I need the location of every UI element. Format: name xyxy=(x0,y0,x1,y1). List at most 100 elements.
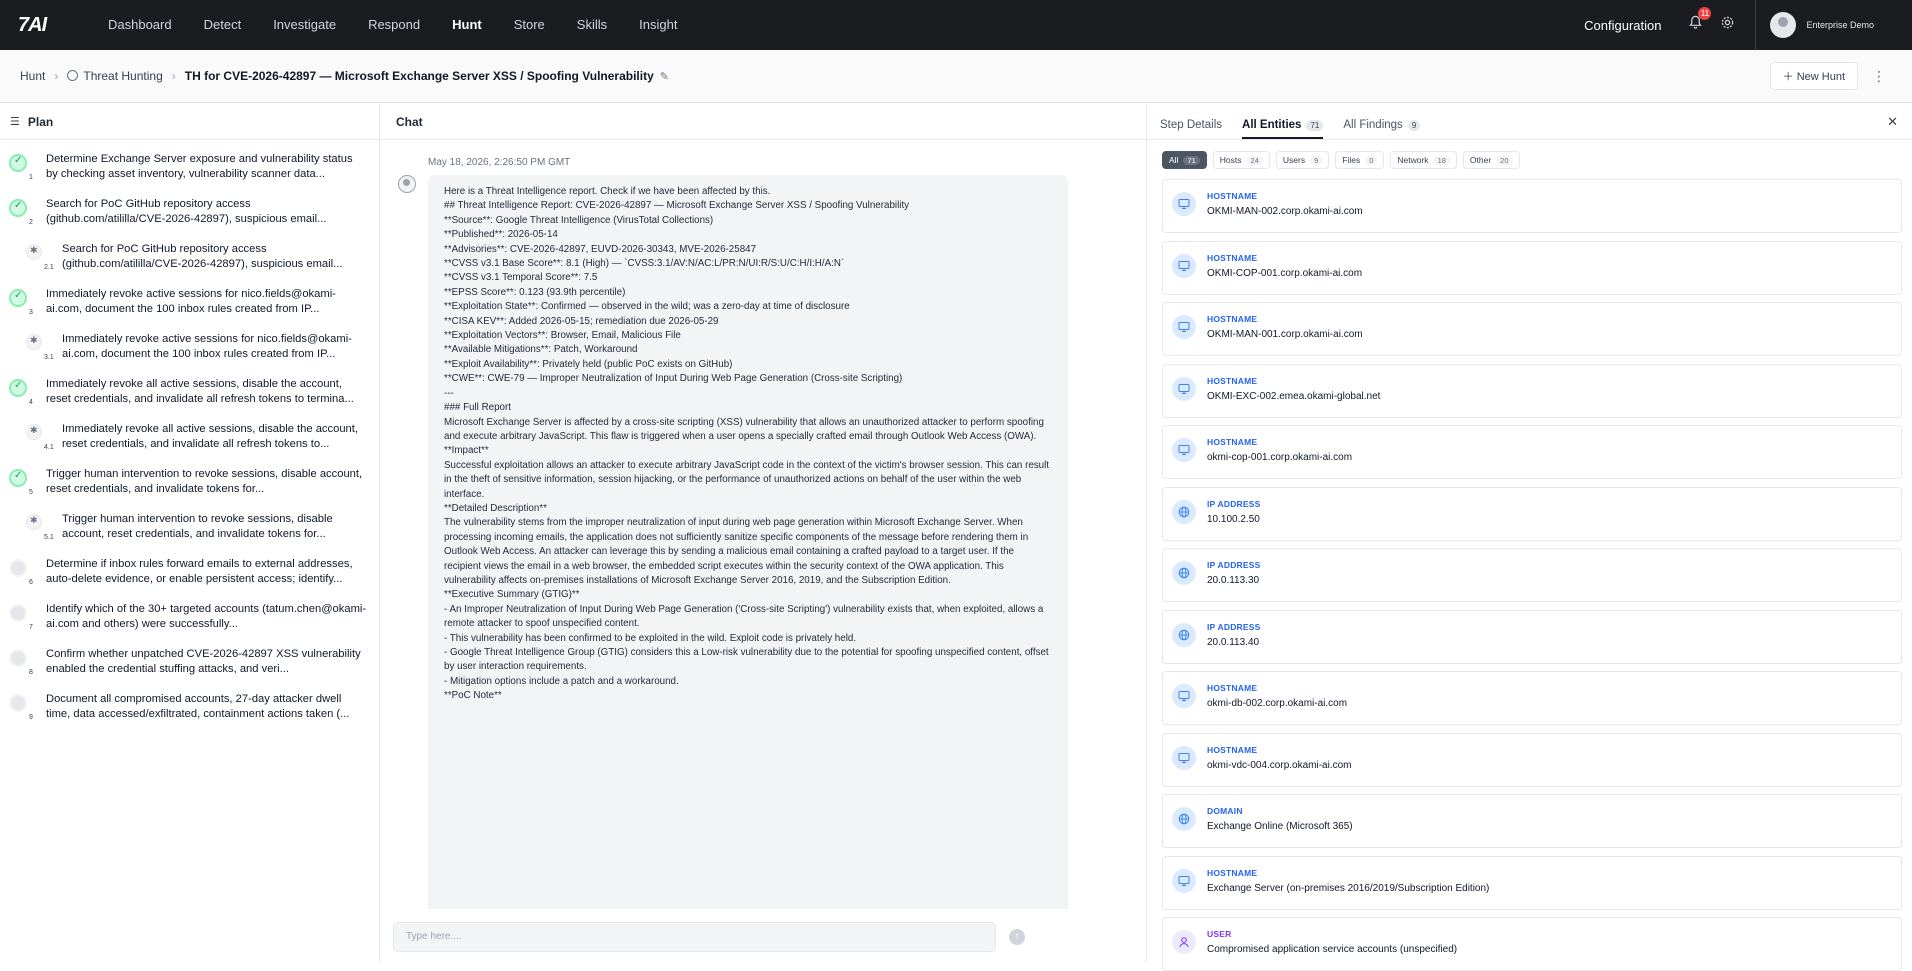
filter-count: 71 xyxy=(1183,155,1200,165)
send-icon[interactable]: ↑ xyxy=(1009,929,1025,945)
filter-files[interactable]: Files 0 xyxy=(1335,151,1385,169)
tab-count-badge: 9 xyxy=(1407,119,1421,131)
nav-item-detect[interactable]: Detect xyxy=(188,0,258,50)
plan-step[interactable]: 5 Trigger human intervention to revoke se… xyxy=(0,463,379,508)
entity-card[interactable]: HOSTNAME OKMI-EXC-002.emea.okami-global.n… xyxy=(1162,363,1902,418)
plan-step-number: 5 xyxy=(29,489,33,496)
list-icon: ☰ xyxy=(10,116,20,128)
nav-item-skills[interactable]: Skills xyxy=(561,0,623,50)
configuration-link[interactable]: Configuration xyxy=(1566,18,1679,33)
plan-step-number: 4 xyxy=(29,399,33,406)
avatar xyxy=(1770,12,1797,38)
user-menu[interactable]: Enterprise Demo xyxy=(1755,0,1912,50)
filter-users[interactable]: Users 9 xyxy=(1275,151,1330,169)
message-line: **CVSS v3.1 Base Score**: 8.1 (High) — `… xyxy=(444,258,845,270)
entity-card[interactable]: IP ADDRESS 10.100.2.50 xyxy=(1162,486,1902,541)
filter-all[interactable]: All 71 xyxy=(1162,151,1207,169)
plan-step-text: Search for PoC GitHub repository access … xyxy=(46,198,327,225)
filter-count: 9 xyxy=(1310,155,1323,165)
plan-panel: ☰ Plan 1 Determine Exchange Server exposu… xyxy=(0,104,380,962)
nav-item-investigate[interactable]: Investigate xyxy=(257,0,352,50)
plan-step[interactable]: 6 Determine if inbox rules forward emails… xyxy=(0,553,379,598)
substep-icon xyxy=(26,334,42,350)
new-hunt-label: New Hunt xyxy=(1796,71,1845,83)
filter-count: 24 xyxy=(1246,155,1263,165)
plan-step[interactable]: 2.1 Search for PoC GitHub repository acce… xyxy=(0,238,379,283)
plan-step-text: Immediately revoke active sessions for n… xyxy=(46,288,336,315)
filter-label: Hosts xyxy=(1219,155,1242,165)
entity-card[interactable]: HOSTNAME OKMI-MAN-002.corp.okami-ai.com xyxy=(1162,179,1902,233)
tab-label: All Findings xyxy=(1343,119,1403,131)
tab-all-entities[interactable]: All Entities 71 xyxy=(1242,119,1324,139)
plan-step[interactable]: 4.1 Immediately revoke all active session… xyxy=(0,418,379,463)
entity-card[interactable]: IP ADDRESS 20.0.113.40 xyxy=(1162,609,1902,664)
entity-card[interactable]: USER Compromised application service acco… xyxy=(1162,917,1902,971)
plan-step[interactable]: 2 Search for PoC GitHub repository access… xyxy=(0,193,379,238)
breadcrumb-section-label: Threat Hunting xyxy=(83,69,163,83)
gear-icon[interactable] xyxy=(1711,15,1743,35)
monitor-icon xyxy=(1172,745,1196,770)
nav-item-respond[interactable]: Respond xyxy=(352,0,436,50)
entity-card[interactable]: HOSTNAME OKMI-COP-001.corp.okami-ai.com xyxy=(1162,240,1902,295)
nav-item-insight[interactable]: Insight xyxy=(623,0,693,50)
plan-step[interactable]: 1 Determine Exchange Server exposure and … xyxy=(0,148,379,193)
entity-type: IP ADDRESS xyxy=(1207,621,1261,632)
monitor-icon xyxy=(1172,192,1196,216)
chat-messages[interactable]: May 18, 2026, 2:26:50 PM GMT Here is a T… xyxy=(381,141,1146,909)
message-line: --- xyxy=(444,387,454,399)
message-line: **Exploit Availability**: Privately held… xyxy=(444,358,733,370)
plan-step-number: 3 xyxy=(29,309,33,316)
chat-input[interactable]: Type here.... xyxy=(393,922,996,952)
chat-header: Chat xyxy=(381,104,1146,140)
entity-card[interactable]: HOSTNAME Exchange Server (on-premises 201… xyxy=(1162,855,1902,910)
tab-all-findings[interactable]: All Findings 9 xyxy=(1343,119,1421,139)
plan-step[interactable]: 4 Immediately revoke all active sessions,… xyxy=(0,373,379,418)
details-tabs: Step Details All Entities 71 All Findings 9 xyxy=(1148,104,1912,140)
tab-label: Step Details xyxy=(1160,119,1223,131)
edit-pencil-icon[interactable]: ✎ xyxy=(660,70,669,83)
entity-card[interactable]: HOSTNAME okmi-db-002.corp.okami-ai.com xyxy=(1162,671,1902,725)
nav-item-dashboard[interactable]: Dashboard xyxy=(92,0,188,50)
entity-type: HOSTNAME xyxy=(1207,744,1258,755)
entity-type: HOSTNAME xyxy=(1207,683,1258,693)
message-bubble: Here is a Threat Intelligence report. Ch… xyxy=(428,175,1068,909)
bell-icon[interactable]: 11 xyxy=(1679,7,1712,35)
filter-count: 0 xyxy=(1365,155,1378,165)
close-icon[interactable]: ✕ xyxy=(1887,114,1898,130)
nav-item-store[interactable]: Store xyxy=(498,0,561,50)
check-circle-icon xyxy=(9,469,27,487)
entity-card[interactable]: HOSTNAME OKMI-MAN-001.corp.okami-ai.com xyxy=(1162,302,1902,356)
page-title: TH for CVE-2026-42897 — Microsoft Exchan… xyxy=(184,69,654,83)
nav-item-hunt[interactable]: Hunt xyxy=(436,0,498,50)
plan-step[interactable]: 7 Identify which of the 30+ targeted acco… xyxy=(0,598,379,643)
logo[interactable]: 7AI xyxy=(0,14,72,37)
more-options-icon[interactable]: ⋮ xyxy=(1872,68,1886,85)
entity-card[interactable]: HOSTNAME okmi-cop-001.corp.okami-ai.com xyxy=(1162,425,1902,479)
entity-value: OKMI-COP-001.corp.okami-ai.com xyxy=(1207,267,1363,279)
filter-other[interactable]: Other 20 xyxy=(1462,151,1520,169)
entity-filters: All 71 Hosts 24 Users 9 Files 0 Network 18 Other 20 xyxy=(1148,140,1912,179)
entity-card[interactable]: DOMAIN Exchange Online (Microsoft 365) xyxy=(1162,794,1902,848)
plan-step[interactable]: 3.1 Immediately revoke active sessions fo… xyxy=(0,328,379,373)
entity-list: HOSTNAME OKMI-MAN-002.corp.okami-ai.com HO… xyxy=(1148,179,1912,971)
plan-step[interactable]: 5.1 Trigger human intervention to revoke … xyxy=(0,508,379,553)
tab-step-details[interactable]: Step Details xyxy=(1160,119,1222,139)
entity-value: Exchange Online (Microsoft 365) xyxy=(1207,821,1353,832)
entity-value: OKMI-EXC-002.emea.okami-global.net xyxy=(1207,390,1381,402)
entity-type: HOSTNAME xyxy=(1207,314,1258,324)
breadcrumb-threat-hunting[interactable]: Threat Hunting xyxy=(67,69,163,83)
entity-card[interactable]: HOSTNAME okmi-vdc-004.corp.okami-ai.com xyxy=(1162,732,1902,787)
plan-step[interactable]: 3 Immediately revoke active sessions for … xyxy=(0,283,379,328)
entity-value: Compromised application service accounts… xyxy=(1207,944,1458,955)
plan-step[interactable]: 9 Document all compromised accounts, 27-d… xyxy=(0,688,379,733)
plan-title: Plan xyxy=(27,114,54,129)
monitor-icon xyxy=(1172,684,1196,708)
filter-hosts[interactable]: Hosts 24 xyxy=(1212,151,1270,169)
filter-network[interactable]: Network 18 xyxy=(1390,151,1457,169)
new-hunt-button[interactable]: ＋ New Hunt xyxy=(1769,62,1858,90)
message-line: - An Improper Neutralization of Input Du… xyxy=(444,603,1047,630)
breadcrumb-hunt[interactable]: Hunt xyxy=(20,69,45,83)
plan-step-text: Document all compromised accounts, 27-da… xyxy=(46,693,350,720)
entity-card[interactable]: IP ADDRESS 20.0.113.30 xyxy=(1162,548,1902,602)
plan-step[interactable]: 8 Confirm whether unpatched CVE-2026-4289… xyxy=(0,643,379,688)
